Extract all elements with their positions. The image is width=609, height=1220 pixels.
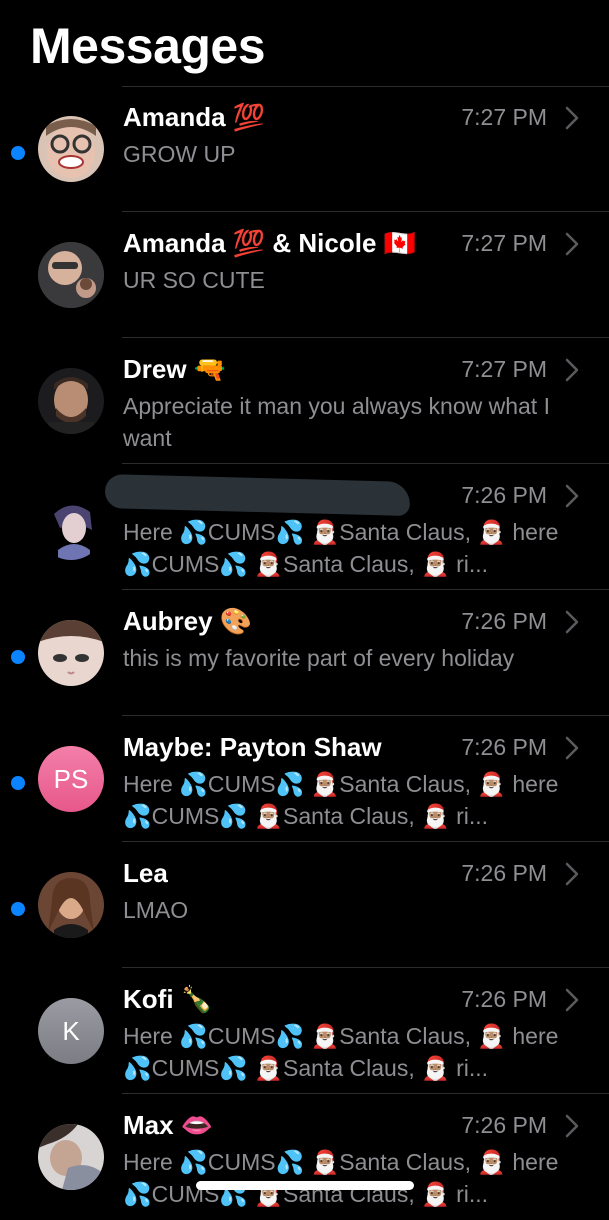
conversation-list: Amanda 💯 7:27 PM GROW UP Amanda 💯 & Nico… [0, 86, 609, 1220]
avatar [38, 872, 104, 938]
conversation-row-kofi[interactable]: K Kofi 🍾 7:26 PM Here 💦CUMS💦 🎅🏽Santa Cla… [0, 968, 609, 1094]
conversation-row-drew[interactable]: Drew 🔫 7:27 PM Appreciate it man you alw… [0, 338, 609, 464]
conversation-row-payton-shaw[interactable]: PS Maybe: Payton Shaw 7:26 PM Here 💦CUMS… [0, 716, 609, 842]
avatar [38, 494, 104, 560]
conversation-row-redacted[interactable]: 7:26 PM Here 💦CUMS💦 🎅🏽Santa Claus, 🎅🏽 he… [0, 464, 609, 590]
timestamp: 7:26 PM [461, 1112, 547, 1138]
chevron-right-icon [565, 610, 579, 634]
contact-name: Amanda 💯 & Nicole 🇨🇦 [123, 228, 417, 258]
unread-indicator [11, 902, 25, 916]
message-preview: UR SO CUTE [123, 267, 265, 293]
timestamp: 7:26 PM [461, 986, 547, 1012]
contact-name: Max 👄 [123, 1110, 214, 1140]
timestamp: 7:27 PM [461, 104, 547, 130]
message-preview: Appreciate it man you always know what I… [123, 393, 550, 451]
chevron-right-icon [565, 106, 579, 130]
conversation-row-amanda[interactable]: Amanda 💯 7:27 PM GROW UP [0, 86, 609, 212]
timestamp: 7:26 PM [461, 860, 547, 886]
message-preview: this is my favorite part of every holida… [123, 645, 515, 671]
chevron-right-icon [565, 1114, 579, 1138]
unread-indicator [11, 650, 25, 664]
avatar [38, 620, 104, 686]
contact-name: Aubrey 🎨 [123, 606, 253, 636]
group-avatar [38, 242, 104, 308]
contact-name: Drew 🔫 [123, 354, 227, 384]
timestamp: 7:26 PM [461, 482, 547, 508]
message-preview: LMAO [123, 897, 189, 923]
message-preview: Here 💦CUMS💦 🎅🏽Santa Claus, 🎅🏽 here 💦CUMS… [123, 771, 559, 829]
message-preview: GROW UP [123, 141, 236, 167]
unread-indicator [11, 146, 25, 160]
page-title: Messages [30, 18, 266, 74]
chevron-right-icon [565, 232, 579, 256]
conversation-row-lea[interactable]: Lea 7:26 PM LMAO [0, 842, 609, 968]
avatar [38, 116, 104, 182]
contact-name: Kofi 🍾 [123, 984, 214, 1014]
avatar [38, 368, 104, 434]
conversation-row-amanda-nicole[interactable]: Amanda 💯 & Nicole 🇨🇦 7:27 PM UR SO CUTE [0, 212, 609, 338]
message-preview: Here 💦CUMS💦 🎅🏽Santa Claus, 🎅🏽 here 💦CUMS… [123, 1023, 559, 1081]
unread-indicator [11, 776, 25, 790]
timestamp: 7:27 PM [461, 230, 547, 256]
contact-name: Lea [123, 858, 168, 888]
chevron-right-icon [565, 988, 579, 1012]
chevron-right-icon [565, 358, 579, 382]
chevron-right-icon [565, 484, 579, 508]
contact-name: Maybe: Payton Shaw [123, 732, 382, 762]
conversation-row-aubrey[interactable]: Aubrey 🎨 7:26 PM this is my favorite par… [0, 590, 609, 716]
message-preview: Here 💦CUMS💦 🎅🏽Santa Claus, 🎅🏽 here 💦CUMS… [123, 519, 559, 577]
redacted-name-overlay [104, 474, 411, 516]
avatar-initials: PS [38, 746, 104, 812]
home-indicator[interactable] [196, 1181, 414, 1190]
avatar [38, 1124, 104, 1190]
timestamp: 7:26 PM [461, 734, 547, 760]
message-preview: Here 💦CUMS💦 🎅🏽Santa Claus, 🎅🏽 here 💦CUMS… [123, 1149, 559, 1207]
timestamp: 7:26 PM [461, 608, 547, 634]
conversation-row-max[interactable]: Max 👄 7:26 PM Here 💦CUMS💦 🎅🏽Santa Claus,… [0, 1094, 609, 1220]
contact-name: Amanda 💯 [123, 102, 266, 132]
timestamp: 7:27 PM [461, 356, 547, 382]
chevron-right-icon [565, 736, 579, 760]
chevron-right-icon [565, 862, 579, 886]
avatar-initials: K [38, 998, 104, 1064]
